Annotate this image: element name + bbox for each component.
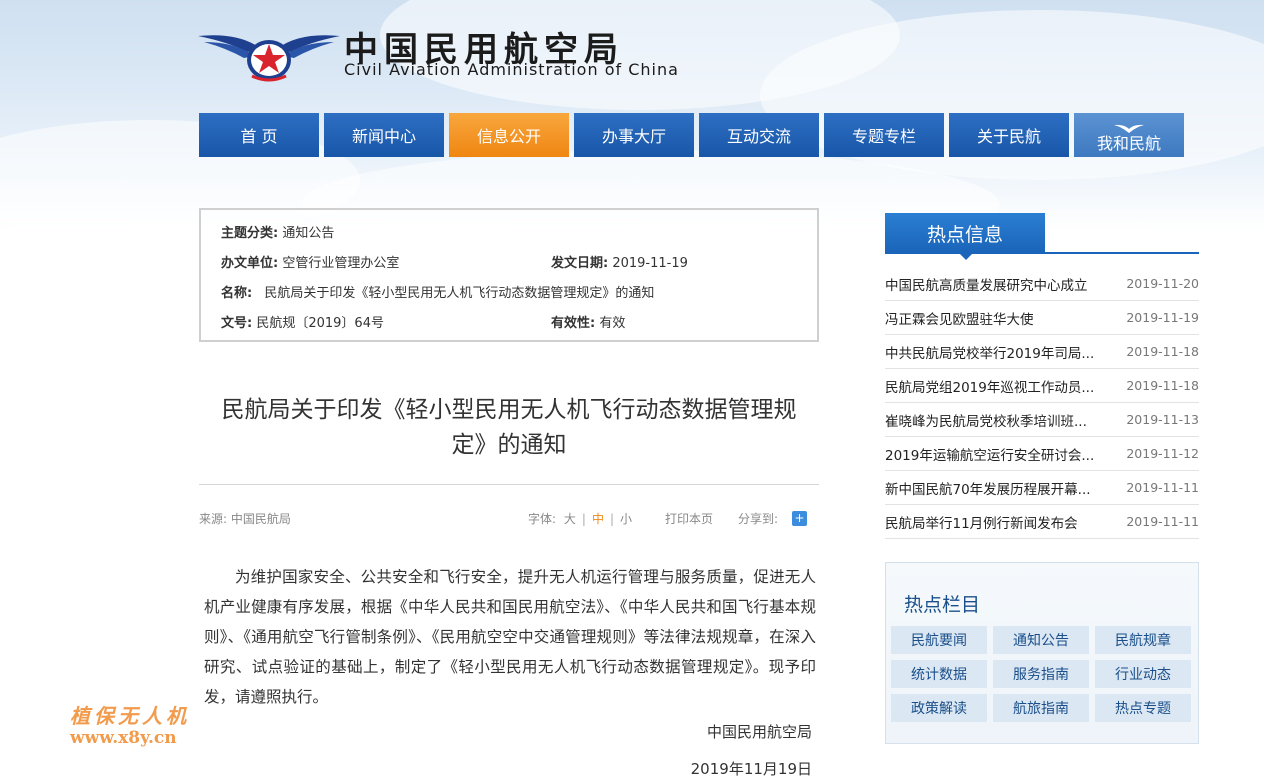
hot-item-title: 民航局举行11月例行新闻发布会 bbox=[885, 515, 1078, 532]
hot-item-date: 2019-11-11 bbox=[1126, 480, 1199, 495]
title-divider bbox=[199, 484, 819, 485]
list-item[interactable]: 中国民航高质量发展研究中心成立 2019-11-20 bbox=[885, 267, 1199, 301]
meta-docno-value: 民航规〔2019〕64号 bbox=[256, 316, 384, 331]
nav-special-topics[interactable]: 专题专栏 bbox=[824, 113, 944, 157]
meta-date-label: 发文日期: bbox=[551, 256, 609, 271]
hot-item-date: 2019-11-20 bbox=[1126, 276, 1199, 291]
article-body: 为维护国家安全、公共安全和飞行安全，提升无人机运行管理与服务质量，促进无人机产业… bbox=[204, 562, 816, 712]
column-link[interactable]: 统计数据 bbox=[891, 660, 987, 688]
meta-unit: 办文单位: 空管行业管理办公室 bbox=[221, 252, 399, 271]
list-item[interactable]: 民航局举行11月例行新闻发布会 2019-11-11 bbox=[885, 505, 1199, 539]
hot-item-title: 民航局党组2019年巡视工作动员... bbox=[885, 379, 1095, 396]
font-size-label: 字体: bbox=[528, 512, 557, 526]
list-item[interactable]: 民航局党组2019年巡视工作动员... 2019-11-18 bbox=[885, 369, 1199, 403]
meta-validity-value: 有效 bbox=[599, 316, 626, 331]
meta-unit-label: 办文单位: bbox=[221, 256, 279, 271]
nav-home[interactable]: 首 页 bbox=[199, 113, 319, 157]
article-source: 来源: 中国民航局 bbox=[199, 512, 291, 526]
hot-item-date: 2019-11-19 bbox=[1126, 310, 1199, 325]
article-title-line2: 定》的通知 bbox=[451, 432, 567, 458]
hot-item-title: 冯正霖会见欧盟驻华大使 bbox=[885, 311, 1034, 328]
meta-date-value: 2019-11-19 bbox=[612, 256, 688, 271]
column-link[interactable]: 航旅指南 bbox=[993, 694, 1089, 722]
hot-info-heading: 热点信息 bbox=[885, 213, 1045, 260]
article-sign-date: 2019年11月19日 bbox=[690, 760, 812, 778]
meta-docno: 文号: 民航规〔2019〕64号 bbox=[221, 312, 384, 331]
meta-name-value: 民航局关于印发《轻小型民用无人机飞行动态数据管理规定》的通知 bbox=[264, 286, 655, 301]
nav-me-and-caac-label: 我和民航 bbox=[1096, 134, 1161, 153]
meta-topic: 主题分类: 通知公告 bbox=[221, 222, 334, 241]
hot-info-list: 中国民航高质量发展研究中心成立 2019-11-20 冯正霖会见欧盟驻华大使 2… bbox=[885, 267, 1199, 539]
list-item[interactable]: 2019年运输航空运行安全研讨会... 2019-11-12 bbox=[885, 437, 1199, 471]
hot-item-date: 2019-11-18 bbox=[1126, 344, 1199, 359]
hot-item-title: 中国民航高质量发展研究中心成立 bbox=[885, 277, 1088, 294]
meta-unit-value: 空管行业管理办公室 bbox=[282, 256, 400, 271]
column-link[interactable]: 服务指南 bbox=[993, 660, 1089, 688]
font-size-medium[interactable]: 中 bbox=[592, 512, 604, 526]
hot-item-title: 新中国民航70年发展历程展开幕... bbox=[885, 481, 1091, 498]
hot-item-date: 2019-11-18 bbox=[1126, 378, 1199, 393]
meta-name-label: 名称: bbox=[221, 286, 253, 301]
meta-validity-label: 有效性: bbox=[551, 316, 596, 331]
hot-item-date: 2019-11-11 bbox=[1126, 514, 1199, 529]
hot-item-date: 2019-11-12 bbox=[1126, 446, 1199, 461]
caac-emblem-icon bbox=[198, 35, 340, 82]
list-item[interactable]: 冯正霖会见欧盟驻华大使 2019-11-19 bbox=[885, 301, 1199, 335]
print-link[interactable]: 打印本页 bbox=[665, 510, 713, 527]
main-nav: 首 页 新闻中心 信息公开 办事大厅 互动交流 专题专栏 关于民航 我和民航 bbox=[199, 113, 1184, 157]
hot-item-title: 崔晓峰为民航局党校秋季培训班... bbox=[885, 413, 1087, 430]
nav-service-hall[interactable]: 办事大厅 bbox=[574, 113, 694, 157]
article-paragraph: 为维护国家安全、公共安全和飞行安全，提升无人机运行管理与服务质量，促进无人机产业… bbox=[204, 568, 816, 706]
document-meta-box: 主题分类: 通知公告 办文单位: 空管行业管理办公室 发文日期: 2019-11… bbox=[199, 208, 819, 342]
meta-date: 发文日期: 2019-11-19 bbox=[551, 252, 688, 271]
font-size-small[interactable]: 小 bbox=[620, 512, 632, 526]
hot-columns-box: 热点栏目 民航要闻 通知公告 民航规章 统计数据 服务指南 行业动态 政策解读 … bbox=[885, 562, 1199, 744]
nav-interaction[interactable]: 互动交流 bbox=[699, 113, 819, 157]
hot-item-date: 2019-11-13 bbox=[1126, 412, 1199, 427]
share-plus-icon[interactable]: + bbox=[792, 511, 807, 526]
list-item[interactable]: 中共民航局党校举行2019年司局... 2019-11-18 bbox=[885, 335, 1199, 369]
column-link[interactable]: 政策解读 bbox=[891, 694, 987, 722]
column-link[interactable]: 民航要闻 bbox=[891, 626, 987, 654]
site-logo[interactable]: 中国民用航空局 Civil Aviation Administration of… bbox=[198, 20, 678, 90]
nav-about[interactable]: 关于民航 bbox=[949, 113, 1069, 157]
nav-news[interactable]: 新闻中心 bbox=[324, 113, 444, 157]
wings-icon bbox=[1114, 124, 1144, 133]
watermark-name: 植保无人机 bbox=[70, 704, 190, 728]
hot-item-title: 中共民航局党校举行2019年司局... bbox=[885, 345, 1095, 362]
article-title-line1: 民航局关于印发《轻小型民用无人机飞行动态数据管理规 bbox=[221, 397, 797, 423]
hot-item-title: 2019年运输航空运行安全研讨会... bbox=[885, 447, 1095, 464]
hot-columns-heading: 热点栏目 bbox=[904, 594, 981, 616]
share-label: 分享到: bbox=[738, 512, 779, 526]
column-link[interactable]: 热点专题 bbox=[1095, 694, 1191, 722]
article-signer: 中国民用航空局 bbox=[706, 723, 812, 741]
list-item[interactable]: 崔晓峰为民航局党校秋季培训班... 2019-11-13 bbox=[885, 403, 1199, 437]
hot-columns-grid: 民航要闻 通知公告 民航规章 统计数据 服务指南 行业动态 政策解读 航旅指南 … bbox=[891, 626, 1193, 722]
hot-info-rule bbox=[885, 252, 1199, 254]
font-size-large[interactable]: 大 bbox=[564, 512, 576, 526]
watermark-url: www.x8y.cn bbox=[70, 728, 177, 748]
site-title-en: Civil Aviation Administration of China bbox=[344, 60, 679, 79]
nav-info-disclosure[interactable]: 信息公开 bbox=[449, 113, 569, 157]
meta-docno-label: 文号: bbox=[221, 316, 253, 331]
meta-topic-value: 通知公告 bbox=[282, 226, 335, 241]
column-link[interactable]: 通知公告 bbox=[993, 626, 1089, 654]
nav-me-and-caac[interactable]: 我和民航 bbox=[1074, 113, 1184, 157]
meta-validity: 有效性: 有效 bbox=[551, 312, 625, 331]
list-item[interactable]: 新中国民航70年发展历程展开幕... 2019-11-11 bbox=[885, 471, 1199, 505]
meta-topic-label: 主题分类: bbox=[221, 226, 279, 241]
column-link[interactable]: 民航规章 bbox=[1095, 626, 1191, 654]
meta-name: 名称: 民航局关于印发《轻小型民用无人机飞行动态数据管理规定》的通知 bbox=[221, 282, 654, 301]
article-title: 民航局关于印发《轻小型民用无人机飞行动态数据管理规 定》的通知 bbox=[199, 393, 819, 463]
font-size-controls: 字体: 大 | 中 | 小 bbox=[528, 512, 633, 526]
column-link[interactable]: 行业动态 bbox=[1095, 660, 1191, 688]
